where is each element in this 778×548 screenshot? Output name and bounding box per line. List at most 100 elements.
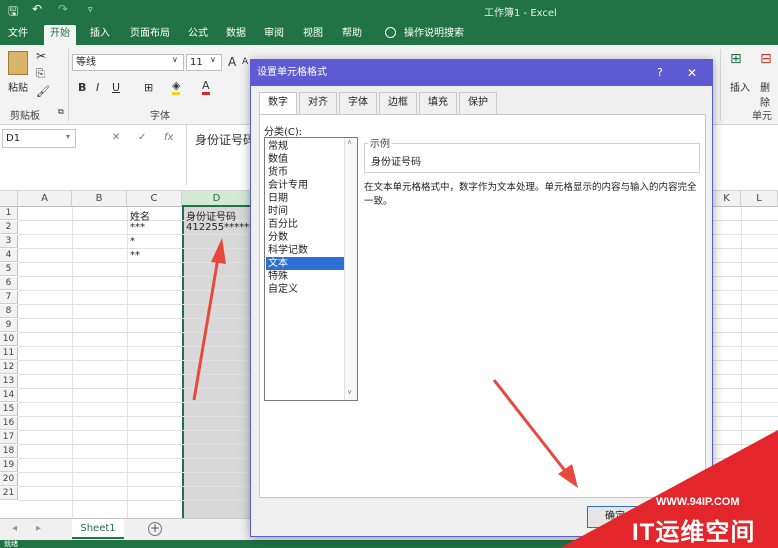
scroll-up-icon[interactable]: ∧ bbox=[347, 138, 352, 146]
category-item[interactable]: 会计专用 bbox=[266, 179, 344, 192]
row-header[interactable]: 10 bbox=[0, 333, 18, 346]
column-header[interactable]: B bbox=[72, 191, 127, 207]
tab-fill[interactable]: 填充 bbox=[419, 92, 457, 114]
insert-cells-icon[interactable]: ⊞ bbox=[730, 51, 742, 67]
column-header[interactable]: L bbox=[741, 191, 778, 207]
underline-button[interactable]: U bbox=[112, 81, 120, 94]
category-item[interactable]: 常规 bbox=[266, 140, 344, 153]
row-header[interactable]: 16 bbox=[0, 417, 18, 430]
chevron-down-icon[interactable]: ∨ bbox=[172, 55, 178, 64]
bold-button[interactable]: B bbox=[78, 81, 86, 94]
redo-icon[interactable]: ↷ bbox=[58, 2, 68, 16]
scroll-down-icon[interactable]: ∨ bbox=[347, 388, 352, 396]
enter-icon[interactable]: ✓ bbox=[138, 132, 146, 143]
category-item[interactable]: 文本 bbox=[266, 257, 344, 270]
column-header[interactable]: A bbox=[18, 191, 72, 207]
row-header[interactable]: 8 bbox=[0, 305, 18, 318]
grow-font-button[interactable]: A bbox=[228, 55, 236, 69]
tab-protection[interactable]: 保护 bbox=[459, 92, 497, 114]
category-item[interactable]: 分数 bbox=[266, 231, 344, 244]
undo-icon[interactable]: ↶ bbox=[32, 2, 42, 16]
row-header[interactable]: 1 bbox=[0, 207, 18, 220]
cell-c4[interactable]: ** bbox=[130, 250, 140, 261]
cell-d1[interactable]: 身份证号码 bbox=[186, 208, 252, 223]
delete-cells-button[interactable]: 删除 bbox=[760, 79, 778, 109]
italic-button[interactable]: I bbox=[96, 81, 99, 94]
category-item[interactable]: 货币 bbox=[266, 166, 344, 179]
row-header[interactable]: 21 bbox=[0, 487, 18, 500]
clipboard-launcher-icon[interactable]: ⧉ bbox=[58, 107, 64, 117]
row-header[interactable]: 2 bbox=[0, 221, 18, 234]
cell-c2[interactable]: *** bbox=[130, 222, 145, 233]
delete-cells-icon[interactable]: ⊟ bbox=[760, 51, 772, 67]
category-item[interactable]: 百分比 bbox=[266, 218, 344, 231]
cut-icon[interactable]: ✂ bbox=[36, 49, 46, 63]
row-header[interactable]: 15 bbox=[0, 403, 18, 416]
row-header[interactable]: 4 bbox=[0, 249, 18, 262]
paste-button[interactable]: 粘贴 bbox=[8, 79, 28, 94]
tab-formulas[interactable]: 公式 bbox=[182, 25, 214, 45]
tab-review[interactable]: 审阅 bbox=[258, 25, 290, 45]
row-header[interactable]: 17 bbox=[0, 431, 18, 444]
font-size-box[interactable]: 11 bbox=[186, 54, 222, 71]
cell-c3[interactable]: * bbox=[130, 236, 135, 247]
fill-color-icon[interactable]: ◈ bbox=[172, 79, 181, 95]
copy-icon[interactable]: ⎘ bbox=[36, 67, 45, 81]
row-header[interactable]: 5 bbox=[0, 263, 18, 276]
help-button[interactable]: ? bbox=[657, 60, 663, 86]
tab-file[interactable]: 文件 bbox=[2, 25, 34, 45]
tab-home[interactable]: 开始 bbox=[44, 25, 76, 45]
sheet-tab[interactable]: Sheet1 bbox=[72, 519, 124, 539]
cell-c1[interactable]: 姓名 bbox=[130, 208, 150, 223]
insert-function-button[interactable]: fx bbox=[164, 132, 173, 143]
row-header[interactable]: 20 bbox=[0, 473, 18, 486]
category-list[interactable]: 常规 数值 货币 会计专用 日期 时间 百分比 分数 科学记数 文本 特殊 自定义 ∧ ∨ bbox=[264, 137, 358, 401]
row-header[interactable]: 14 bbox=[0, 389, 18, 402]
row-header[interactable]: 9 bbox=[0, 319, 18, 332]
tab-number[interactable]: 数字 bbox=[259, 92, 297, 115]
tab-data[interactable]: 数据 bbox=[220, 25, 252, 45]
tab-border[interactable]: 边框 bbox=[379, 92, 417, 114]
column-header[interactable]: C bbox=[127, 191, 182, 207]
name-box[interactable]: D1 bbox=[2, 129, 76, 148]
row-header[interactable]: 11 bbox=[0, 347, 18, 360]
add-sheet-button[interactable]: + bbox=[148, 522, 162, 536]
column-header[interactable]: K bbox=[713, 191, 741, 207]
insert-cells-button[interactable]: 插入 bbox=[730, 79, 750, 94]
select-all-corner[interactable] bbox=[0, 191, 18, 207]
customize-qa-icon[interactable]: ▿ bbox=[88, 5, 93, 15]
cancel-icon[interactable]: ✕ bbox=[112, 132, 120, 143]
row-header[interactable]: 13 bbox=[0, 375, 18, 388]
tab-alignment[interactable]: 对齐 bbox=[299, 92, 337, 114]
border-icon[interactable]: ⊞ bbox=[144, 81, 153, 94]
category-item[interactable]: 科学记数 bbox=[266, 244, 344, 257]
tab-font[interactable]: 字体 bbox=[339, 92, 377, 114]
save-icon[interactable]: 🖫 bbox=[8, 2, 18, 23]
scrollbar[interactable]: ∧ ∨ bbox=[344, 138, 357, 400]
chevron-down-icon[interactable]: ▾ bbox=[66, 132, 70, 141]
row-header[interactable]: 19 bbox=[0, 459, 18, 472]
paste-icon[interactable] bbox=[8, 51, 28, 75]
row-header[interactable]: 7 bbox=[0, 291, 18, 304]
font-color-button[interactable]: A bbox=[202, 79, 210, 95]
tab-help[interactable]: 帮助 bbox=[336, 25, 368, 45]
row-header[interactable]: 18 bbox=[0, 445, 18, 458]
shrink-font-button[interactable]: A bbox=[242, 57, 248, 67]
row-header[interactable]: 3 bbox=[0, 235, 18, 248]
close-button[interactable]: ✕ bbox=[687, 60, 697, 86]
category-item[interactable]: 日期 bbox=[266, 192, 344, 205]
category-item[interactable]: 时间 bbox=[266, 205, 344, 218]
scroll-left-icon[interactable]: ◂ bbox=[12, 523, 17, 534]
column-header[interactable]: D bbox=[182, 191, 252, 207]
tab-page-layout[interactable]: 页面布局 bbox=[124, 25, 176, 45]
cell-d2[interactable]: 412255****** bbox=[186, 222, 252, 233]
row-header[interactable]: 12 bbox=[0, 361, 18, 374]
tab-view[interactable]: 视图 bbox=[297, 25, 329, 45]
format-painter-icon[interactable]: 🖌 bbox=[36, 85, 50, 98]
tell-me-search[interactable]: 操作说明搜索 bbox=[398, 25, 470, 45]
font-name-box[interactable]: 等线 bbox=[72, 54, 184, 71]
category-item[interactable]: 特殊 bbox=[266, 270, 344, 283]
category-item[interactable]: 自定义 bbox=[266, 283, 344, 296]
category-item[interactable]: 数值 bbox=[266, 153, 344, 166]
scroll-right-icon[interactable]: ▸ bbox=[36, 523, 41, 534]
